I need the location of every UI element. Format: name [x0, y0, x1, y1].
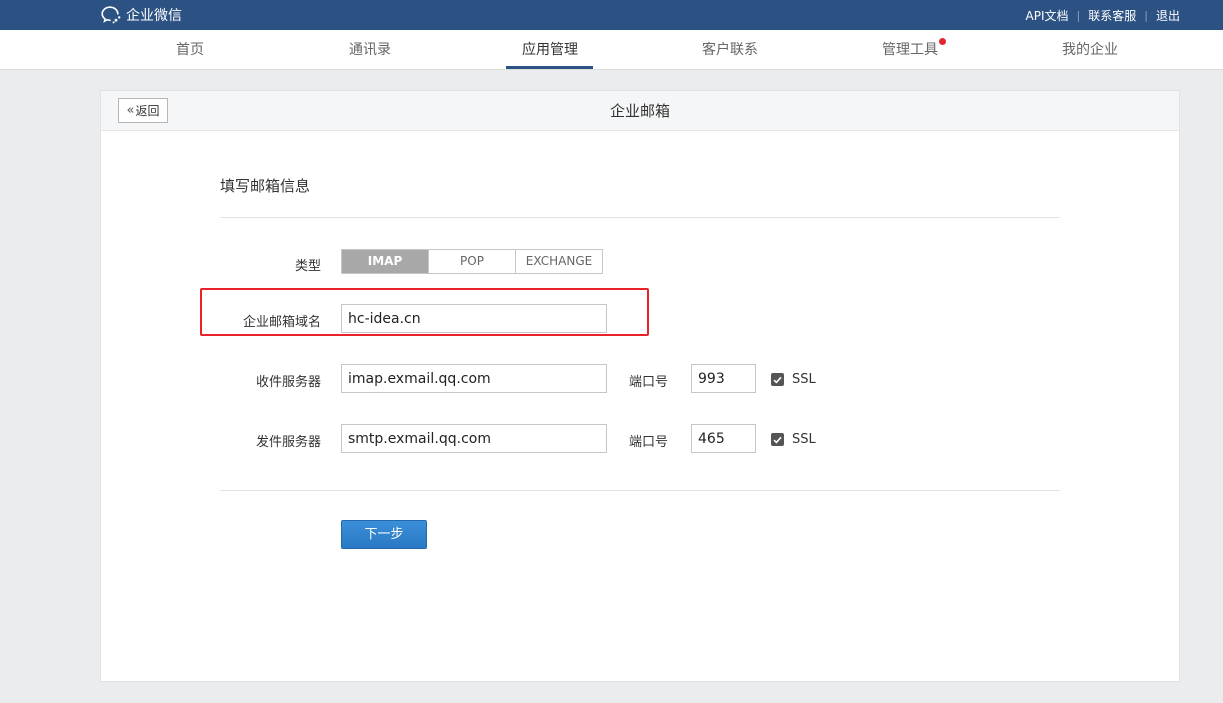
main-nav: 首页 通讯录 应用管理 客户联系 管理工具 我的企业 [0, 30, 1223, 70]
brand[interactable]: 企业微信 [100, 4, 182, 26]
type-option-pop[interactable]: POP [428, 250, 515, 273]
card-header: 企业邮箱 « 返回 [101, 91, 1179, 131]
outgoing-port-label: 端口号 [629, 435, 669, 450]
outgoing-port-input[interactable] [691, 424, 756, 453]
outgoing-server-input[interactable] [341, 424, 607, 453]
incoming-ssl-label: SSL [792, 372, 816, 387]
type-label: 类型 [294, 259, 321, 274]
checkbox-checked-icon [771, 433, 784, 446]
top-bar: 企业微信 API文档 | 联系客服 | 退出 [0, 0, 1223, 30]
contact-support-link[interactable]: 联系客服 [1088, 7, 1136, 24]
nav-item-app-management[interactable]: 应用管理 [460, 30, 640, 70]
nav-item-contacts[interactable]: 通讯录 [280, 30, 460, 70]
back-button-label: 返回 [135, 104, 160, 118]
brand-name: 企业微信 [126, 8, 182, 24]
top-links: API文档 | 联系客服 | 退出 [1026, 0, 1180, 30]
checkbox-checked-icon [771, 373, 784, 386]
notification-dot [939, 38, 946, 45]
incoming-server-label: 收件服务器 [255, 375, 321, 390]
type-option-exchange[interactable]: EXCHANGE [515, 250, 602, 273]
section-title: 填写邮箱信息 [220, 177, 311, 195]
nav-item-my-enterprise[interactable]: 我的企业 [1000, 30, 1180, 70]
section-divider [220, 217, 1060, 218]
outgoing-ssl-checkbox[interactable]: SSL [771, 432, 816, 447]
next-step-button[interactable]: 下一步 [341, 520, 427, 549]
nav-item-home[interactable]: 首页 [100, 30, 280, 70]
top-link-separator: | [1144, 8, 1148, 22]
highlight-box [200, 288, 649, 336]
mail-type-segmented-control: IMAP POP EXCHANGE [341, 249, 603, 274]
top-link-separator: | [1076, 8, 1081, 22]
logout-link[interactable]: 退出 [1156, 7, 1180, 24]
nav-item-customer-contact[interactable]: 客户联系 [640, 30, 820, 70]
incoming-server-input[interactable] [341, 364, 607, 393]
mailbox-card: 企业邮箱 « 返回 填写邮箱信息 类型 IMAP POP EXCHANGE 企业… [100, 90, 1180, 682]
incoming-ssl-checkbox[interactable]: SSL [771, 372, 816, 387]
type-option-imap[interactable]: IMAP [342, 250, 428, 273]
card-title: 企业邮箱 [609, 102, 670, 120]
nav-item-management-tools[interactable]: 管理工具 [820, 30, 1000, 70]
back-button[interactable]: « 返回 [118, 98, 168, 123]
form-divider [220, 490, 1060, 491]
incoming-port-label: 端口号 [629, 375, 669, 390]
outgoing-ssl-label: SSL [792, 432, 816, 447]
incoming-port-input[interactable] [691, 364, 756, 393]
chat-bubble-logo-icon [101, 6, 121, 24]
active-tab-underline [506, 66, 593, 69]
outgoing-server-label: 发件服务器 [255, 435, 321, 450]
double-chevron-left-icon: « [126, 103, 135, 118]
api-docs-link[interactable]: API文档 [1026, 7, 1069, 24]
